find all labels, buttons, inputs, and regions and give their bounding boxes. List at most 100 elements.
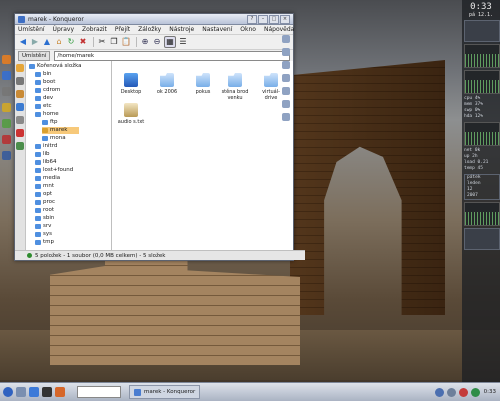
up-icon[interactable]: ▲ xyxy=(42,37,52,47)
show-desktop-icon[interactable] xyxy=(16,387,26,397)
menu-view[interactable]: Zobrazit xyxy=(82,26,107,33)
file-item-audio[interactable]: audio s.txt xyxy=(116,103,146,125)
terminal-icon[interactable] xyxy=(42,387,52,397)
menu-location[interactable]: Umístění xyxy=(18,26,45,33)
devices-tab-icon[interactable] xyxy=(16,142,24,150)
tree-item-sbin[interactable]: sbin xyxy=(35,215,54,222)
run-command-input[interactable] xyxy=(77,386,121,398)
icon-view-icon[interactable]: ▦ xyxy=(164,36,176,48)
tree-item-lib64[interactable]: lib64 xyxy=(35,159,57,166)
stop-icon[interactable]: ✖ xyxy=(78,37,88,47)
volume-icon[interactable] xyxy=(446,387,456,397)
folder-icon xyxy=(35,88,41,93)
detail-view-icon[interactable]: ☰ xyxy=(178,37,188,47)
desktop-app-icon[interactable] xyxy=(2,151,11,160)
home-icon[interactable]: ⌂ xyxy=(54,37,64,47)
taskbar-item-konqueror[interactable]: marek - Konqueror xyxy=(129,385,201,399)
tree-item-mnt[interactable]: mnt xyxy=(35,183,54,190)
vertical-dock xyxy=(281,35,291,145)
folder-icon xyxy=(35,224,41,229)
copy-icon[interactable]: ❐ xyxy=(109,37,119,47)
close-button[interactable]: × xyxy=(280,14,290,24)
dock-app-icon[interactable] xyxy=(282,61,290,69)
tree-item-home[interactable]: home xyxy=(35,111,59,118)
window-titlebar[interactable]: marek - Konqueror ? – □ × xyxy=(15,14,293,25)
tree-item-opt[interactable]: opt xyxy=(35,191,52,198)
taskbar-clock[interactable]: 0:33 xyxy=(484,389,496,395)
tree-item-mona[interactable]: mona xyxy=(42,135,66,142)
weather-widget xyxy=(464,228,500,250)
home-tab-icon[interactable] xyxy=(16,90,24,98)
tree-item-proc[interactable]: proc xyxy=(35,199,55,206)
browser-icon[interactable] xyxy=(55,387,65,397)
file-item-ok-2006[interactable]: ok 2006 xyxy=(152,73,182,95)
tree-item-dev[interactable]: dev xyxy=(35,95,53,102)
pager-widget[interactable] xyxy=(464,20,500,42)
desktop-app-icon[interactable] xyxy=(2,87,11,96)
network-icon[interactable] xyxy=(434,387,444,397)
dock-app-icon[interactable] xyxy=(282,87,290,95)
maximize-button[interactable]: □ xyxy=(269,14,279,24)
back-icon[interactable]: ◀ xyxy=(18,37,28,47)
menu-tools[interactable]: Nástroje xyxy=(169,26,194,33)
desktop-app-icon[interactable] xyxy=(2,71,11,80)
clipboard-icon[interactable] xyxy=(458,387,468,397)
file-manager-window: marek - Konqueror ? – □ × Umístění Úprav… xyxy=(14,13,305,261)
desktop-app-icon[interactable] xyxy=(2,55,11,64)
taskbar: marek - Konqueror 0:33 xyxy=(0,382,500,401)
desktop-app-icon[interactable] xyxy=(2,135,11,144)
location-input[interactable]: /home/marek xyxy=(54,50,290,61)
konqueror-launcher-icon[interactable] xyxy=(29,387,39,397)
tree-item-sys[interactable]: sys xyxy=(35,231,52,238)
help-button[interactable]: ? xyxy=(247,14,257,24)
desktop-app-icon[interactable] xyxy=(2,119,11,128)
file-item-pokus[interactable]: pokus xyxy=(188,73,218,95)
folder-icon xyxy=(29,64,35,69)
services-tab-icon[interactable] xyxy=(16,129,24,137)
zoom-out-icon[interactable]: ⊖ xyxy=(152,37,162,47)
menu-bookmarks[interactable]: Záložky xyxy=(138,26,161,33)
menu-window[interactable]: Okno xyxy=(240,26,256,33)
k-menu-icon[interactable] xyxy=(3,387,13,397)
dock-app-icon[interactable] xyxy=(282,48,290,56)
status-text: 5 položek - 1 soubor (0,0 MB celkem) - 5… xyxy=(35,252,166,259)
tree-item-marek[interactable]: marek xyxy=(42,127,80,134)
menu-help[interactable]: Nápověda xyxy=(264,26,294,33)
menu-go[interactable]: Přejít xyxy=(115,26,130,33)
zoom-in-icon[interactable]: ⊕ xyxy=(140,37,150,47)
paste-icon[interactable]: 📋 xyxy=(121,37,131,47)
tree-root[interactable]: Kořenová složka xyxy=(29,63,82,70)
bookmarks-tab-icon[interactable] xyxy=(16,64,24,72)
file-item-desktop[interactable]: Desktop xyxy=(116,73,146,95)
tree-item-cdrom[interactable]: cdrom xyxy=(35,87,60,94)
menu-edit[interactable]: Úpravy xyxy=(53,26,74,33)
tree-item-root[interactable]: root xyxy=(35,207,54,214)
tree-item-lost-found[interactable]: lost+found xyxy=(35,167,73,174)
network-tab-icon[interactable] xyxy=(16,103,24,111)
reload-icon[interactable]: ↻ xyxy=(66,37,76,47)
dock-app-icon[interactable] xyxy=(282,113,290,121)
file-item-stena[interactable]: stěna brod venku xyxy=(220,73,250,101)
tree-item-initrd[interactable]: initrd xyxy=(35,143,57,150)
menu-settings[interactable]: Nastavení xyxy=(202,26,232,33)
dock-app-icon[interactable] xyxy=(282,74,290,82)
tree-item-lib[interactable]: lib xyxy=(35,151,50,158)
folder-icon xyxy=(42,136,48,141)
root-folder-tab-icon[interactable] xyxy=(16,116,24,124)
history-tab-icon[interactable] xyxy=(16,77,24,85)
forward-icon[interactable]: ▶ xyxy=(30,37,40,47)
desktop-app-icon[interactable] xyxy=(2,103,11,112)
tree-item-etc[interactable]: etc xyxy=(35,103,52,110)
tree-item-boot[interactable]: boot xyxy=(35,79,55,86)
update-icon[interactable] xyxy=(470,387,480,397)
cut-icon[interactable]: ✂ xyxy=(97,37,107,47)
tree-item-media[interactable]: media xyxy=(35,175,60,182)
home-folder-icon xyxy=(42,128,48,133)
dock-app-icon[interactable] xyxy=(282,35,290,43)
tree-item-bin[interactable]: bin xyxy=(35,71,52,78)
tree-item-ftp[interactable]: ftp xyxy=(42,119,58,126)
tree-item-tmp[interactable]: tmp xyxy=(35,239,54,246)
minimize-button[interactable]: – xyxy=(258,14,268,24)
tree-item-srv[interactable]: srv xyxy=(35,223,51,230)
dock-app-icon[interactable] xyxy=(282,100,290,108)
